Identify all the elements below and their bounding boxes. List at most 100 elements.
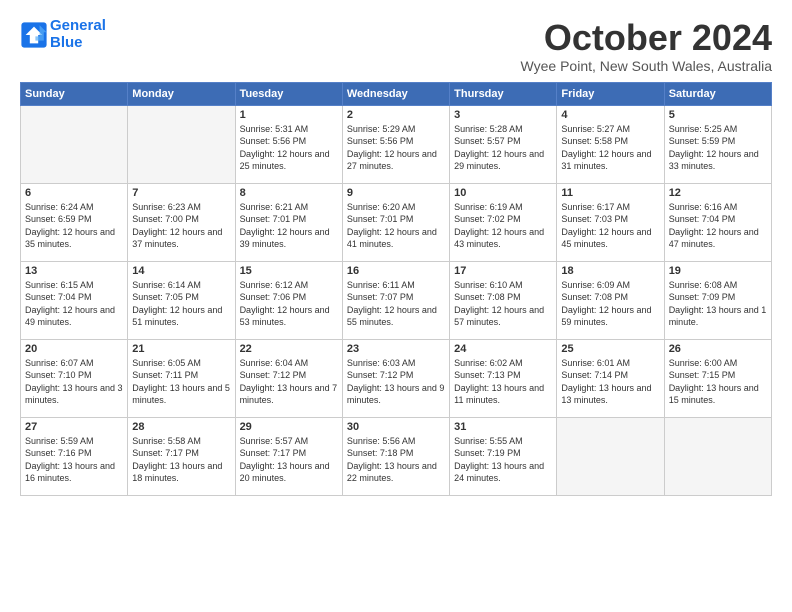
day-number: 28 (132, 421, 230, 433)
weekday-header-saturday: Saturday (664, 82, 771, 105)
calendar-cell: 28Sunrise: 5:58 AM Sunset: 7:17 PM Dayli… (128, 417, 235, 495)
logo-text: General Blue (50, 18, 106, 51)
logo-line2: Blue (50, 34, 83, 51)
weekday-header-row: SundayMondayTuesdayWednesdayThursdayFrid… (21, 82, 772, 105)
day-number: 8 (240, 187, 338, 199)
day-info: Sunrise: 6:23 AM Sunset: 7:00 PM Dayligh… (132, 201, 230, 251)
day-number: 3 (454, 109, 552, 121)
day-info: Sunrise: 6:17 AM Sunset: 7:03 PM Dayligh… (561, 201, 659, 251)
day-number: 15 (240, 265, 338, 277)
day-number: 22 (240, 343, 338, 355)
calendar-cell (664, 417, 771, 495)
week-row-3: 20Sunrise: 6:07 AM Sunset: 7:10 PM Dayli… (21, 339, 772, 417)
calendar-subtitle: Wyee Point, New South Wales, Australia (521, 58, 772, 74)
week-row-4: 27Sunrise: 5:59 AM Sunset: 7:16 PM Dayli… (21, 417, 772, 495)
day-number: 6 (25, 187, 123, 199)
weekday-header-monday: Monday (128, 82, 235, 105)
header: General Blue October 2024 Wyee Point, Ne… (20, 18, 772, 74)
day-info: Sunrise: 6:04 AM Sunset: 7:12 PM Dayligh… (240, 357, 338, 407)
day-info: Sunrise: 6:10 AM Sunset: 7:08 PM Dayligh… (454, 279, 552, 329)
day-info: Sunrise: 5:57 AM Sunset: 7:17 PM Dayligh… (240, 435, 338, 485)
calendar-cell: 12 Sunrise: 6:16 AM Sunset: 7:04 PM Dayli… (664, 183, 771, 261)
day-info: Sunrise: 6:21 AM Sunset: 7:01 PM Dayligh… (240, 201, 338, 251)
calendar-cell: 8 Sunrise: 6:21 AM Sunset: 7:01 PM Daylig… (235, 183, 342, 261)
logo-line1: General (50, 17, 106, 34)
weekday-header-friday: Friday (557, 82, 664, 105)
week-row-2: 13 Sunrise: 6:15 AM Sunset: 7:04 PM Dayli… (21, 261, 772, 339)
calendar-cell: 31 Sunrise: 5:55 AM Sunset: 7:19 PM Dayli… (450, 417, 557, 495)
calendar-table: SundayMondayTuesdayWednesdayThursdayFrid… (20, 82, 772, 496)
calendar-cell: 9 Sunrise: 6:20 AM Sunset: 7:01 PM Daylig… (342, 183, 449, 261)
day-number: 4 (561, 109, 659, 121)
calendar-cell: 6 Sunrise: 6:24 AM Sunset: 6:59 PM Daylig… (21, 183, 128, 261)
logo-icon (20, 21, 48, 49)
calendar-cell: 23Sunrise: 6:03 AM Sunset: 7:12 PM Dayli… (342, 339, 449, 417)
calendar-cell: 3 Sunrise: 5:28 AM Sunset: 5:57 PM Daylig… (450, 105, 557, 183)
day-info: Sunrise: 6:14 AM Sunset: 7:05 PM Dayligh… (132, 279, 230, 329)
day-info: Sunrise: 6:12 AM Sunset: 7:06 PM Dayligh… (240, 279, 338, 329)
day-number: 17 (454, 265, 552, 277)
day-number: 13 (25, 265, 123, 277)
day-number: 16 (347, 265, 445, 277)
day-info: Sunrise: 6:20 AM Sunset: 7:01 PM Dayligh… (347, 201, 445, 251)
day-number: 7 (132, 187, 230, 199)
calendar-cell: 16Sunrise: 6:11 AM Sunset: 7:07 PM Dayli… (342, 261, 449, 339)
calendar-cell (21, 105, 128, 183)
day-info: Sunrise: 6:16 AM Sunset: 7:04 PM Dayligh… (669, 201, 767, 251)
day-number: 9 (347, 187, 445, 199)
day-number: 11 (561, 187, 659, 199)
day-info: Sunrise: 6:08 AM Sunset: 7:09 PM Dayligh… (669, 279, 767, 329)
weekday-header-thursday: Thursday (450, 82, 557, 105)
day-number: 25 (561, 343, 659, 355)
calendar-cell: 21 Sunrise: 6:05 AM Sunset: 7:11 PM Dayli… (128, 339, 235, 417)
day-info: Sunrise: 5:29 AM Sunset: 5:56 PM Dayligh… (347, 123, 445, 173)
calendar-cell: 10 Sunrise: 6:19 AM Sunset: 7:02 PM Dayli… (450, 183, 557, 261)
calendar-cell: 19 Sunrise: 6:08 AM Sunset: 7:09 PM Dayli… (664, 261, 771, 339)
calendar-cell: 27Sunrise: 5:59 AM Sunset: 7:16 PM Dayli… (21, 417, 128, 495)
weekday-header-sunday: Sunday (21, 82, 128, 105)
calendar-cell: 15 Sunrise: 6:12 AM Sunset: 7:06 PM Dayli… (235, 261, 342, 339)
day-number: 1 (240, 109, 338, 121)
day-number: 27 (25, 421, 123, 433)
day-number: 20 (25, 343, 123, 355)
day-info: Sunrise: 6:05 AM Sunset: 7:11 PM Dayligh… (132, 357, 230, 407)
day-info: Sunrise: 6:00 AM Sunset: 7:15 PM Dayligh… (669, 357, 767, 407)
day-info: Sunrise: 6:01 AM Sunset: 7:14 PM Dayligh… (561, 357, 659, 407)
day-number: 10 (454, 187, 552, 199)
calendar-title: October 2024 (521, 18, 772, 58)
day-number: 14 (132, 265, 230, 277)
day-info: Sunrise: 5:31 AM Sunset: 5:56 PM Dayligh… (240, 123, 338, 173)
calendar-cell: 2Sunrise: 5:29 AM Sunset: 5:56 PM Daylig… (342, 105, 449, 183)
day-info: Sunrise: 5:56 AM Sunset: 7:18 PM Dayligh… (347, 435, 445, 485)
day-info: Sunrise: 6:24 AM Sunset: 6:59 PM Dayligh… (25, 201, 123, 251)
day-number: 12 (669, 187, 767, 199)
day-info: Sunrise: 6:15 AM Sunset: 7:04 PM Dayligh… (25, 279, 123, 329)
day-info: Sunrise: 5:55 AM Sunset: 7:19 PM Dayligh… (454, 435, 552, 485)
calendar-cell: 4 Sunrise: 5:27 AM Sunset: 5:58 PM Daylig… (557, 105, 664, 183)
day-number: 21 (132, 343, 230, 355)
day-info: Sunrise: 5:28 AM Sunset: 5:57 PM Dayligh… (454, 123, 552, 173)
calendar-cell: 14 Sunrise: 6:14 AM Sunset: 7:05 PM Dayli… (128, 261, 235, 339)
weekday-header-wednesday: Wednesday (342, 82, 449, 105)
day-number: 26 (669, 343, 767, 355)
calendar-cell: 26 Sunrise: 6:00 AM Sunset: 7:15 PM Dayli… (664, 339, 771, 417)
day-number: 30 (347, 421, 445, 433)
page: General Blue October 2024 Wyee Point, Ne… (0, 0, 792, 612)
day-number: 31 (454, 421, 552, 433)
calendar-cell: 30 Sunrise: 5:56 AM Sunset: 7:18 PM Dayli… (342, 417, 449, 495)
week-row-0: 1 Sunrise: 5:31 AM Sunset: 5:56 PM Daylig… (21, 105, 772, 183)
day-number: 24 (454, 343, 552, 355)
calendar-cell (557, 417, 664, 495)
title-block: October 2024 Wyee Point, New South Wales… (521, 18, 772, 74)
day-info: Sunrise: 5:27 AM Sunset: 5:58 PM Dayligh… (561, 123, 659, 173)
calendar-cell: 5Sunrise: 5:25 AM Sunset: 5:59 PM Daylig… (664, 105, 771, 183)
day-number: 23 (347, 343, 445, 355)
calendar-cell: 1 Sunrise: 5:31 AM Sunset: 5:56 PM Daylig… (235, 105, 342, 183)
day-number: 19 (669, 265, 767, 277)
day-info: Sunrise: 5:25 AM Sunset: 5:59 PM Dayligh… (669, 123, 767, 173)
day-info: Sunrise: 6:09 AM Sunset: 7:08 PM Dayligh… (561, 279, 659, 329)
calendar-cell: 13 Sunrise: 6:15 AM Sunset: 7:04 PM Dayli… (21, 261, 128, 339)
calendar-cell: 7 Sunrise: 6:23 AM Sunset: 7:00 PM Daylig… (128, 183, 235, 261)
day-info: Sunrise: 6:19 AM Sunset: 7:02 PM Dayligh… (454, 201, 552, 251)
week-row-1: 6 Sunrise: 6:24 AM Sunset: 6:59 PM Daylig… (21, 183, 772, 261)
